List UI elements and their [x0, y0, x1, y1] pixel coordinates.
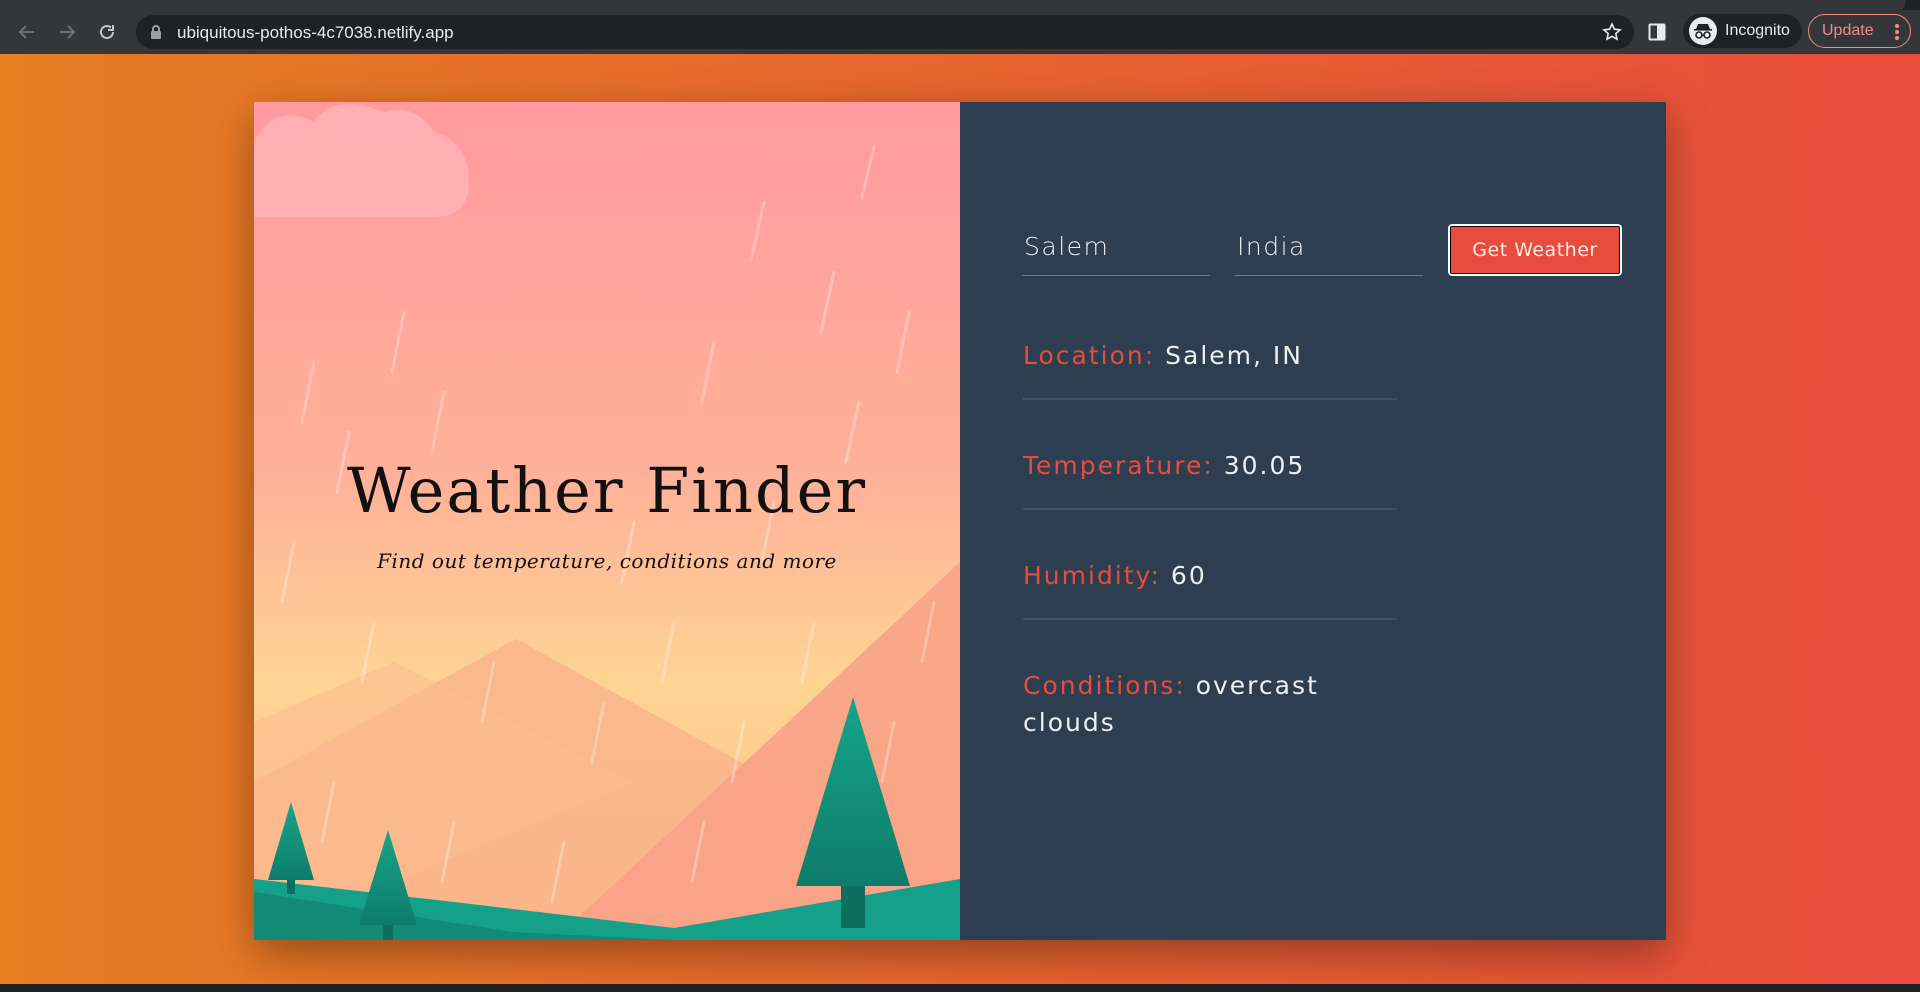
side-panel-icon[interactable]	[1648, 23, 1666, 41]
update-button[interactable]: Update	[1808, 14, 1911, 48]
conditions-label: Conditions:	[1023, 671, 1186, 700]
address-bar[interactable]: ubiquitous-pothos-4c7038.netlify.app	[136, 15, 1634, 49]
location-label: Location:	[1023, 341, 1156, 370]
hero-title-block: Weather Finder Find out temperature, con…	[254, 454, 960, 573]
country-field	[1235, 228, 1423, 276]
back-arrow-icon	[18, 25, 34, 39]
back-button[interactable]	[13, 18, 41, 46]
browser-toolbar: ubiquitous-pothos-4c7038.netlify.app Inc…	[0, 10, 1920, 54]
city-input[interactable]	[1022, 228, 1210, 265]
city-field	[1022, 228, 1210, 276]
hero-panel: Weather Finder Find out temperature, con…	[254, 102, 960, 940]
page-viewport: Weather Finder Find out temperature, con…	[0, 54, 1920, 984]
get-weather-button[interactable]: Get Weather	[1447, 223, 1623, 277]
forward-button[interactable]	[53, 18, 81, 46]
tab-strip	[0, 0, 1920, 10]
incognito-icon	[1689, 17, 1717, 45]
location-row: Location: Salem, IN	[1023, 337, 1397, 374]
forward-arrow-icon	[60, 25, 76, 39]
divider	[1023, 398, 1397, 400]
humidity-row: Humidity: 60	[1023, 557, 1397, 594]
divider	[1023, 508, 1397, 510]
divider	[1023, 618, 1397, 620]
humidity-value: 60	[1170, 561, 1207, 590]
active-tab[interactable]	[0, 0, 1905, 10]
url-text[interactable]: ubiquitous-pothos-4c7038.netlify.app	[177, 23, 454, 43]
conditions-row: Conditions: overcast clouds	[1023, 667, 1323, 741]
location-value: Salem, IN	[1165, 341, 1303, 370]
more-vert-icon[interactable]	[1894, 23, 1900, 41]
lock-icon[interactable]	[150, 24, 162, 40]
profile-incognito-chip[interactable]: Incognito	[1683, 14, 1802, 48]
weather-card: Weather Finder Find out temperature, con…	[254, 102, 1666, 940]
star-icon[interactable]	[1602, 22, 1622, 42]
weather-form-panel: Get Weather Location: Salem, IN Temperat…	[960, 102, 1666, 940]
temperature-row: Temperature: 30.05	[1023, 447, 1397, 484]
reload-icon	[100, 24, 114, 39]
window-bottom-edge	[0, 984, 1920, 992]
reload-button[interactable]	[93, 18, 121, 46]
temperature-label: Temperature:	[1023, 451, 1214, 480]
page-title: Weather Finder	[346, 454, 867, 527]
humidity-label: Humidity:	[1023, 561, 1161, 590]
temperature-value: 30.05	[1223, 451, 1306, 480]
incognito-label: Incognito	[1725, 22, 1790, 39]
country-input[interactable]	[1235, 228, 1423, 265]
page-subtitle: Find out temperature, conditions and mor…	[377, 549, 837, 573]
update-label: Update	[1822, 22, 1874, 39]
